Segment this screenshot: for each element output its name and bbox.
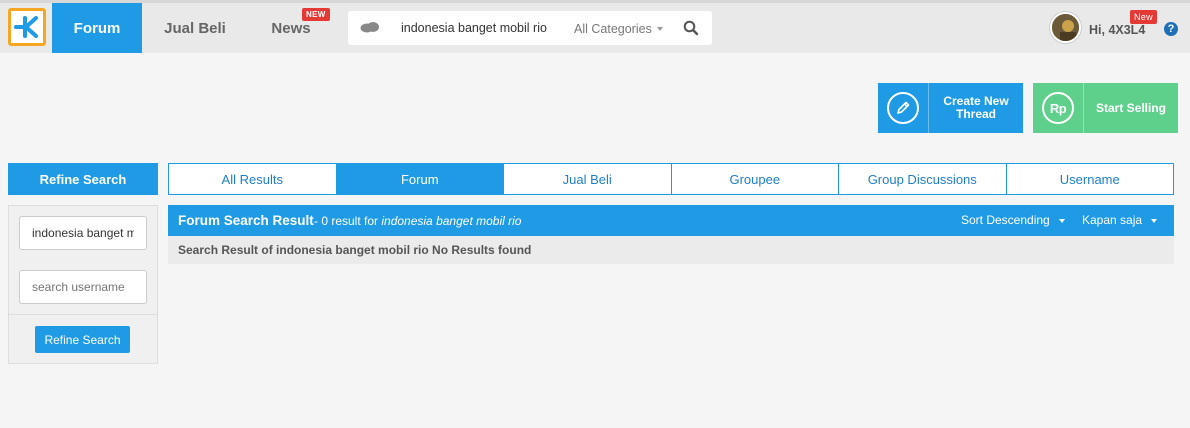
tab-all-results[interactable]: All Results xyxy=(168,163,337,195)
refine-search-header: Refine Search xyxy=(8,163,158,195)
result-query: indonesia banget mobil rio xyxy=(381,214,522,228)
start-selling-button[interactable]: Rp Start Selling xyxy=(1033,83,1178,133)
nav-news-label: News xyxy=(271,19,311,37)
time-dropdown[interactable]: Kapan saja xyxy=(1082,213,1158,227)
kaskus-k-icon xyxy=(14,16,38,38)
refine-search-panel: Refine Search xyxy=(8,205,158,364)
start-selling-icon-area: Rp xyxy=(1033,83,1084,133)
search-icon[interactable] xyxy=(683,20,699,36)
tab-username[interactable]: Username xyxy=(1005,163,1174,195)
time-caret-icon xyxy=(1151,218,1158,223)
user-greeting: Hi, 4X3L4 xyxy=(1089,23,1146,37)
search-input[interactable]: indonesia banget mobil rio xyxy=(401,21,547,35)
result-header: Forum Search Result - 0 result for indon… xyxy=(168,205,1174,236)
sort-dropdown[interactable]: Sort Descending xyxy=(961,213,1065,227)
result-count: - 0 result for xyxy=(314,214,382,228)
result-body: Search Result of indonesia banget mobil … xyxy=(168,236,1174,264)
result-tabs: All Results Forum Jual Beli Groupee Grou… xyxy=(168,163,1174,195)
chat-cloud-icon xyxy=(360,22,379,33)
no-results-message: Search Result of indonesia banget mobil … xyxy=(178,243,532,257)
search-username-input[interactable] xyxy=(19,270,147,304)
create-thread-icon-area xyxy=(878,83,929,133)
tab-forum[interactable]: Forum xyxy=(335,163,504,195)
sort-label: Sort Descending xyxy=(961,213,1050,227)
nav-forum[interactable]: Forum xyxy=(52,3,142,53)
create-thread-label: Create New Thread xyxy=(943,94,1009,121)
kaskus-logo[interactable] xyxy=(8,8,46,46)
avatar-image-icon xyxy=(1052,14,1079,41)
sort-caret-icon xyxy=(1058,218,1065,223)
result-summary: - 0 result for indonesia banget mobil ri… xyxy=(314,214,521,228)
nav-forum-label: Forum xyxy=(73,19,121,37)
result-title: Forum Search Result xyxy=(178,213,314,228)
refine-search-button[interactable]: Refine Search xyxy=(35,326,130,353)
user-new-badge: New xyxy=(1130,10,1157,24)
top-navbar: Forum Jual Beli News NEW indonesia bange… xyxy=(0,3,1190,53)
nav-news[interactable]: News NEW xyxy=(246,3,336,53)
category-caret-icon xyxy=(657,27,663,31)
refine-divider xyxy=(9,314,157,315)
start-selling-label: Start Selling xyxy=(1095,100,1166,115)
search-bar: indonesia banget mobil rio All Categorie… xyxy=(348,11,712,45)
nav-jual-beli-label: Jual Beli xyxy=(164,19,226,37)
tab-group-discussions[interactable]: Group Discussions xyxy=(838,163,1007,195)
tab-jual-beli[interactable]: Jual Beli xyxy=(503,163,672,195)
pencil-icon xyxy=(887,92,919,124)
refine-query-input[interactable] xyxy=(19,216,147,250)
create-thread-button[interactable]: Create New Thread xyxy=(878,83,1023,133)
pencil-glyph-icon xyxy=(897,101,910,114)
avatar[interactable] xyxy=(1050,12,1081,43)
rupiah-icon-text: Rp xyxy=(1049,100,1067,116)
nav-jual-beli[interactable]: Jual Beli xyxy=(150,3,240,53)
help-icon[interactable]: ? xyxy=(1164,22,1178,36)
news-new-badge: NEW xyxy=(302,8,330,21)
tab-groupee[interactable]: Groupee xyxy=(670,163,839,195)
rupiah-icon: Rp xyxy=(1042,92,1074,124)
category-select[interactable]: All Categories xyxy=(574,22,652,36)
time-label: Kapan saja xyxy=(1082,213,1143,227)
